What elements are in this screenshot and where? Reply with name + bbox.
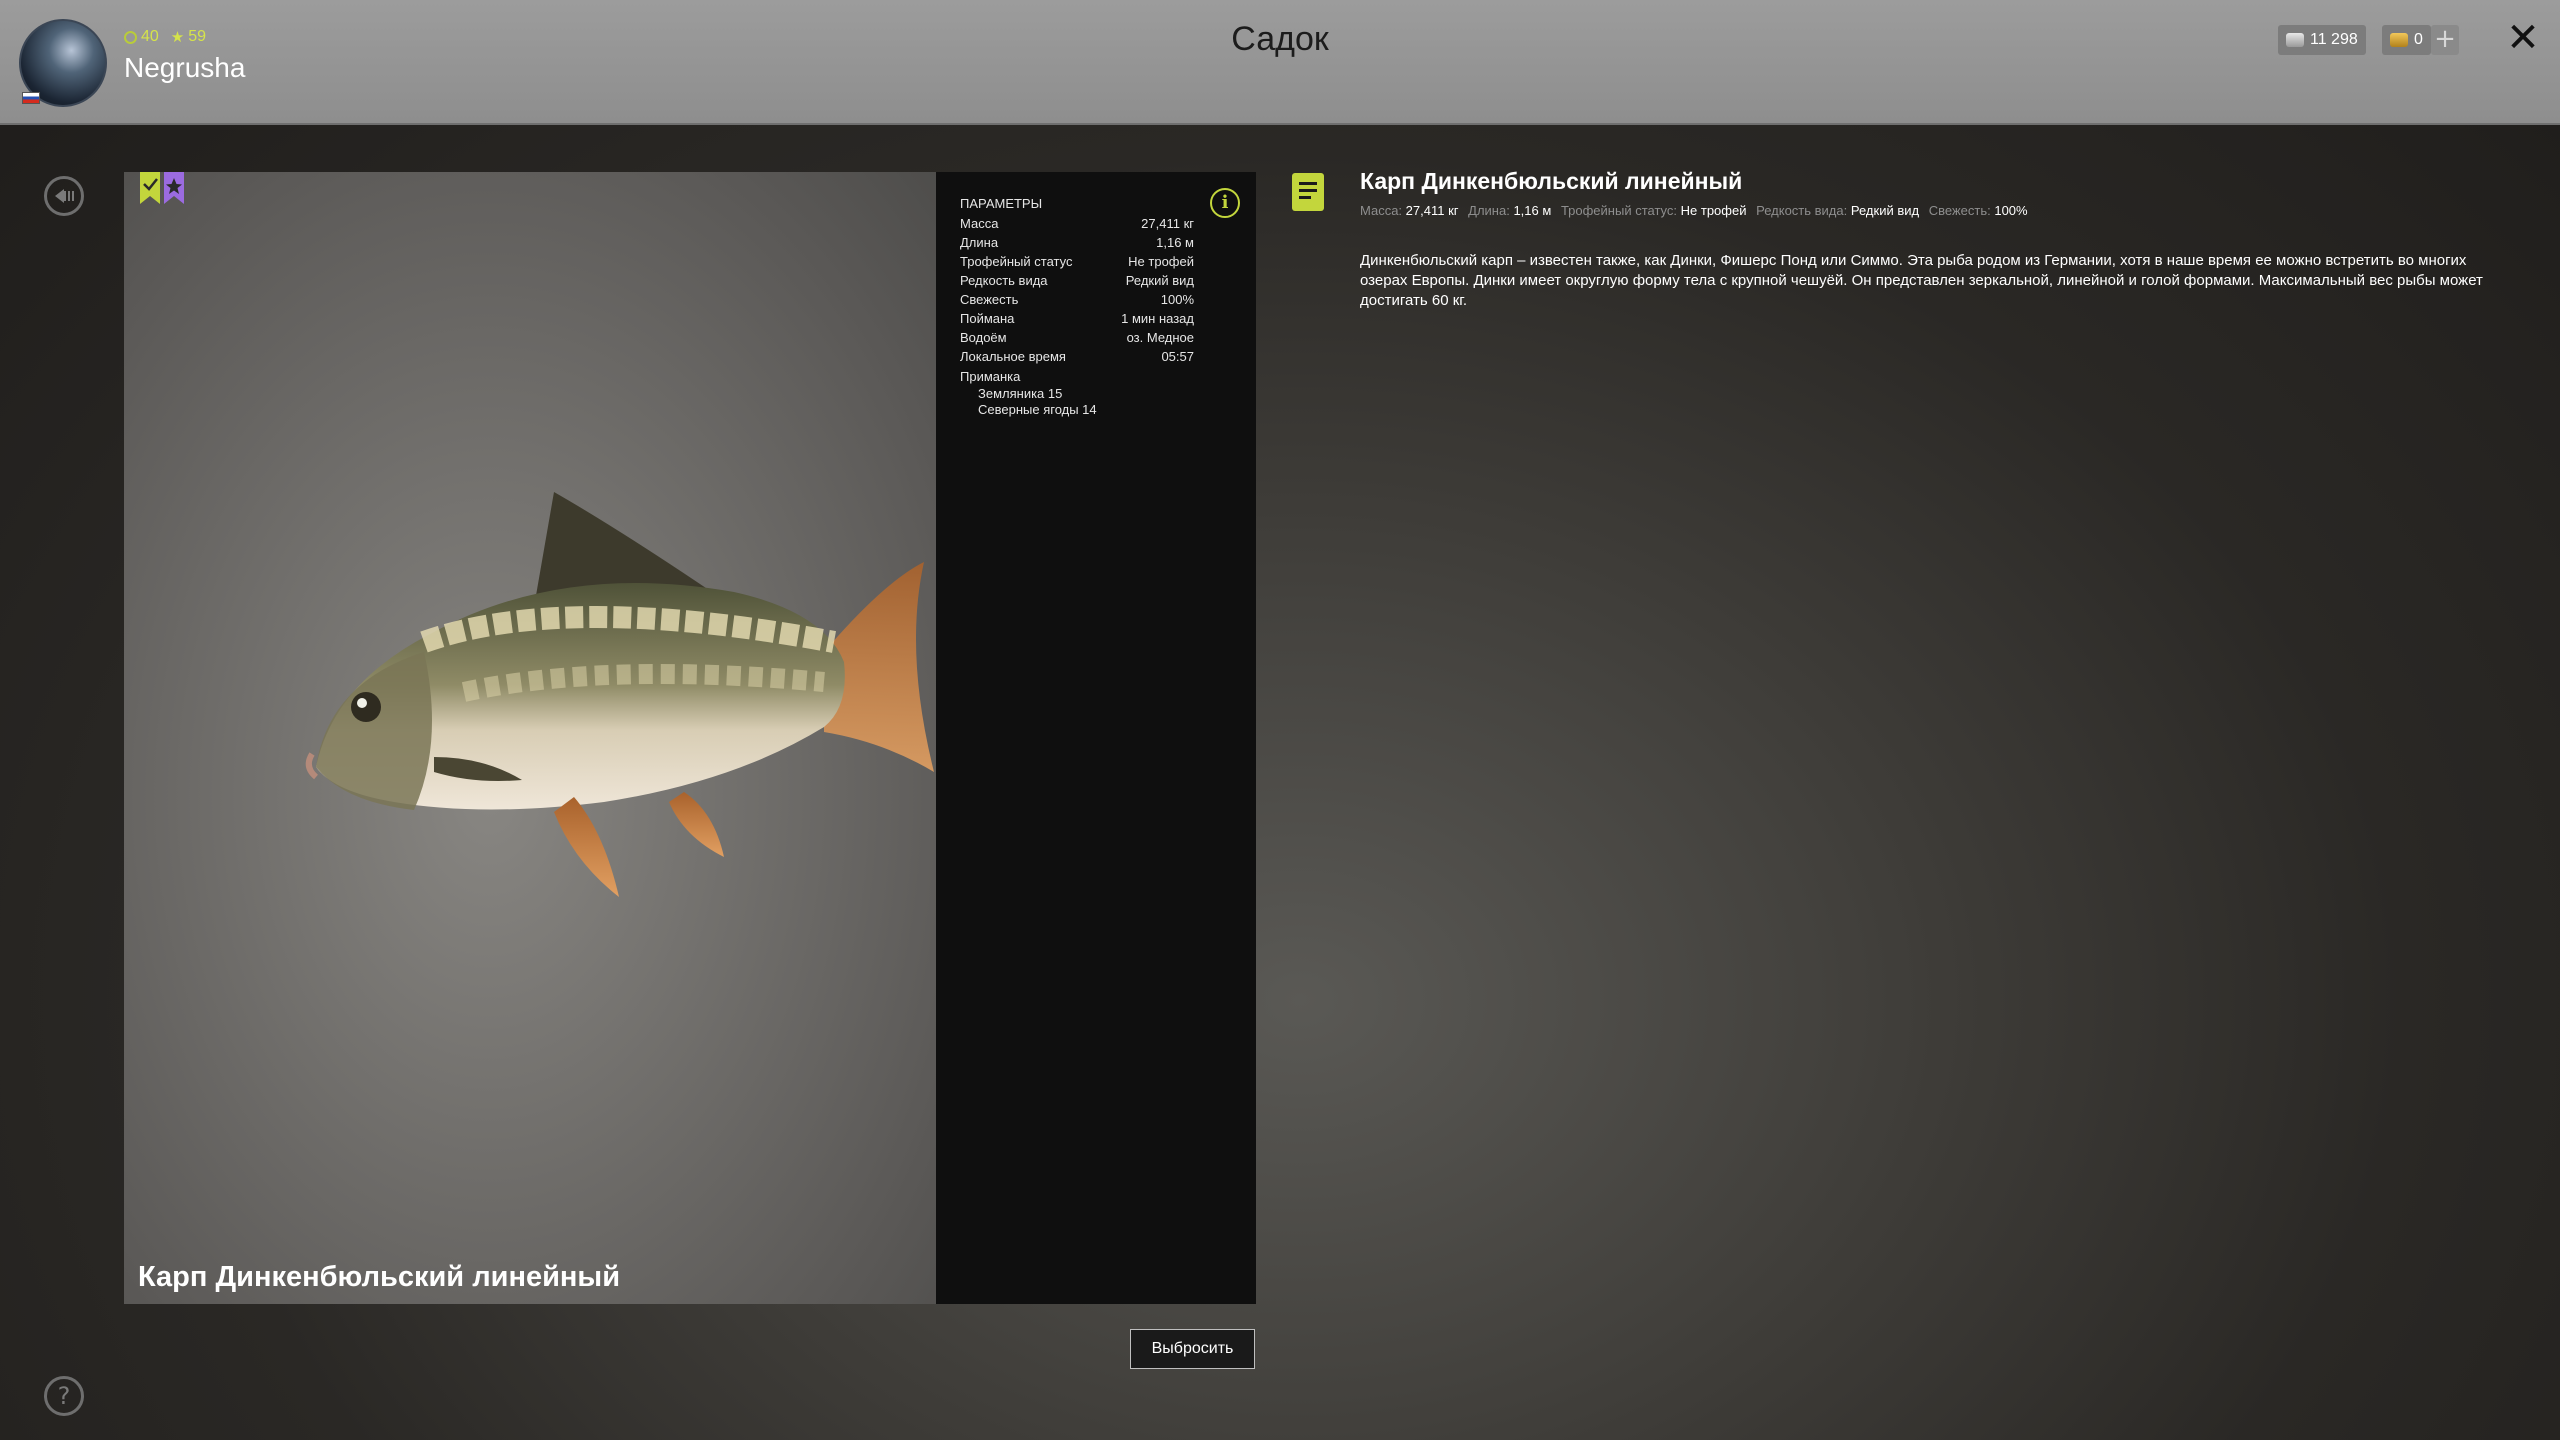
param-row-trophy: Трофейный статус Не трофей xyxy=(960,254,1194,269)
bookmark-star-icon[interactable] xyxy=(164,172,184,204)
meta-value: 1,16 м xyxy=(1513,203,1552,218)
description-title: Карп Динкенбюльский линейный xyxy=(1360,168,1743,194)
meta-label: Редкость вида: xyxy=(1756,203,1848,218)
bait-heading: Приманка xyxy=(960,369,1021,384)
silver-amount: 11 298 xyxy=(2310,31,2358,48)
param-row-length: Длина 1,16 м xyxy=(960,235,1194,250)
param-label: Локальное время xyxy=(960,349,1066,364)
param-label: Масса xyxy=(960,216,999,231)
param-label: Редкость вида xyxy=(960,273,1048,288)
fish-preview[interactable]: Карп Динкенбюльский линейный xyxy=(124,172,936,1304)
info-icon[interactable]: i xyxy=(1210,188,1240,218)
meta-label: Свежесть: xyxy=(1928,203,1991,218)
param-label: Трофейный статус xyxy=(960,254,1073,269)
help-button[interactable]: ? xyxy=(44,1376,84,1416)
param-row-freshness: Свежесть 100% xyxy=(960,292,1194,307)
meta-value: 27,411 кг xyxy=(1405,203,1459,218)
close-button[interactable]: ✕ xyxy=(2505,18,2541,58)
gold-amount: 0 xyxy=(2414,31,2423,48)
description-text: Динкенбюльский карп – известен также, ка… xyxy=(1360,252,2483,309)
fish-image xyxy=(305,492,934,897)
meta-label: Длина: xyxy=(1468,203,1510,218)
param-row-local-time: Локальное время 05:57 xyxy=(960,349,1194,364)
param-value: оз. Медное xyxy=(1126,330,1194,345)
param-value: Редкий вид xyxy=(1125,273,1194,288)
param-label: Водоём xyxy=(960,330,1007,345)
bookmark-check-icon[interactable] xyxy=(140,172,160,204)
param-value: 1,16 м xyxy=(1156,235,1194,250)
discard-button[interactable]: Выбросить xyxy=(1130,1329,1255,1369)
parameters-panel: ПАРАМЕТРЫ i Масса 27,411 кг Длина 1,16 м Т… xyxy=(936,172,1256,1304)
gold-balance: 0 xyxy=(2382,25,2431,55)
param-value: 1 мин назад xyxy=(1121,311,1194,326)
fish-name-caption: Карп Динкенбюльский линейный xyxy=(138,1261,621,1293)
description-meta: Масса: 27,411 кг Длина: 1,16 м Трофейный… xyxy=(1360,203,2034,218)
back-button[interactable] xyxy=(44,176,84,216)
top-bar: 40 ★ 59 Negrusha Садок 11 298 0 + ✕ xyxy=(0,0,2560,125)
param-value: Не трофей xyxy=(1128,254,1194,269)
silver-coin-icon xyxy=(2286,33,2304,47)
silver-balance: 11 298 xyxy=(2278,25,2366,55)
meta-value: Редкий вид xyxy=(1850,203,1920,218)
param-row-rarity: Редкость вида Редкий вид xyxy=(960,273,1194,288)
meta-value: Не трофей xyxy=(1680,203,1747,218)
param-value: 27,411 кг xyxy=(1141,216,1194,231)
bait-item: Земляника 15 xyxy=(978,386,1063,401)
gold-coin-icon xyxy=(2390,33,2408,47)
description-icon xyxy=(1292,173,1324,211)
param-label: Длина xyxy=(960,235,999,250)
meta-label: Масса: xyxy=(1360,203,1403,218)
param-label: Свежесть xyxy=(960,292,1019,307)
page-title: Садок xyxy=(1231,20,1329,58)
meta-value: 100% xyxy=(1994,203,2028,218)
param-row-waterbody: Водоём оз. Медное xyxy=(960,330,1194,345)
bait-item: Северные ягоды 14 xyxy=(978,402,1097,417)
param-row-mass: Масса 27,411 кг xyxy=(960,216,1194,231)
param-value: 100% xyxy=(1160,292,1194,307)
meta-label: Трофейный статус: xyxy=(1560,203,1678,218)
add-currency-button[interactable]: + xyxy=(2431,25,2459,55)
parameters-heading: ПАРАМЕТРЫ xyxy=(960,196,1043,211)
param-row-caught: Поймана 1 мин назад xyxy=(960,311,1194,326)
country-flag-icon xyxy=(22,92,40,104)
param-value: 05:57 xyxy=(1161,349,1194,364)
param-label: Поймана xyxy=(960,311,1015,326)
